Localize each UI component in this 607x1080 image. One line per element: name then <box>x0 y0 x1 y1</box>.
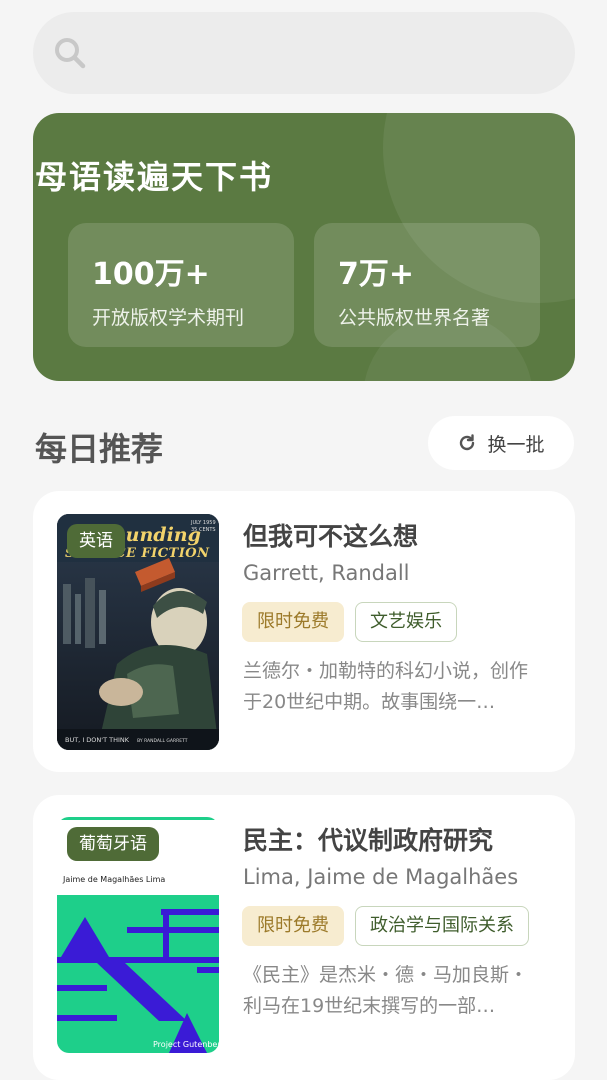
stat-value: 7万+ <box>338 257 415 292</box>
book-cover[interactable]: ounding SCIENCE FICTION JULY 1959 35 CEN… <box>57 514 219 750</box>
refresh-label: 换一批 <box>487 433 545 456</box>
book-title[interactable]: 民主：代议制政府研究 <box>243 821 493 857</box>
search-bar[interactable] <box>33 12 575 94</box>
stat-classics: 7万+ 公共版权世界名著 <box>314 223 540 347</box>
cover-issue-price: 35 CENTS <box>191 527 216 533</box>
category-tag[interactable]: 政治学与国际关系 <box>355 906 529 946</box>
category-tag[interactable]: 文艺娱乐 <box>355 602 457 642</box>
cover-footer: Project Gutenberg <box>153 1040 219 1049</box>
book-cover[interactable]: Jaime de Magalhães Lima Project Gutenber… <box>57 817 219 1053</box>
book-description: 兰德尔・加勒特的科幻小说，创作于20世纪中期。故事围绕一… <box>243 660 529 713</box>
cover-footer-author: BY RANDALL GARRETT <box>137 739 188 744</box>
stat-journals: 100万+ 开放版权学术期刊 <box>68 223 294 347</box>
cover-issue: JULY 1959 35 CENTS <box>191 520 217 534</box>
stat-label: 开放版权学术期刊 <box>92 307 245 329</box>
cover-footer-title: BUT, I DON'T THINK <box>65 736 130 744</box>
cover-issue-date: JULY 1959 <box>191 520 216 526</box>
stat-value: 100万+ <box>92 257 210 292</box>
book-description: 《民主》是杰米・德・马加良斯・利马在19世纪末撰写的一部… <box>243 964 529 1017</box>
refresh-button[interactable]: 换一批 <box>428 416 574 470</box>
search-icon <box>55 38 86 69</box>
book-author: Garrett, Randall <box>243 561 410 585</box>
cover-footer: BUT, I DON'T THINK BY RANDALL GARRETT <box>65 736 188 744</box>
book-title[interactable]: 但我可不这么想 <box>243 517 418 553</box>
language-badge: 葡萄牙语 <box>67 827 159 861</box>
hero-title: 母语读遍天下书 <box>35 158 274 196</box>
cover-brand: ounding <box>113 524 201 546</box>
section-title: 每日推荐 <box>35 430 164 468</box>
free-badge: 限时免费 <box>242 906 344 946</box>
stat-label: 公共版权世界名著 <box>338 307 491 329</box>
cover-author: Jaime de Magalhães Lima <box>63 875 166 884</box>
free-badge: 限时免费 <box>242 602 344 642</box>
book-author: Lima, Jaime de Magalhães <box>243 865 519 889</box>
book-card[interactable]: Jaime de Magalhães Lima Project Gutenber… <box>33 795 575 1080</box>
refresh-icon <box>460 434 475 451</box>
book-card[interactable]: ounding SCIENCE FICTION JULY 1959 35 CEN… <box>33 491 575 772</box>
language-badge: 英语 <box>67 524 125 558</box>
